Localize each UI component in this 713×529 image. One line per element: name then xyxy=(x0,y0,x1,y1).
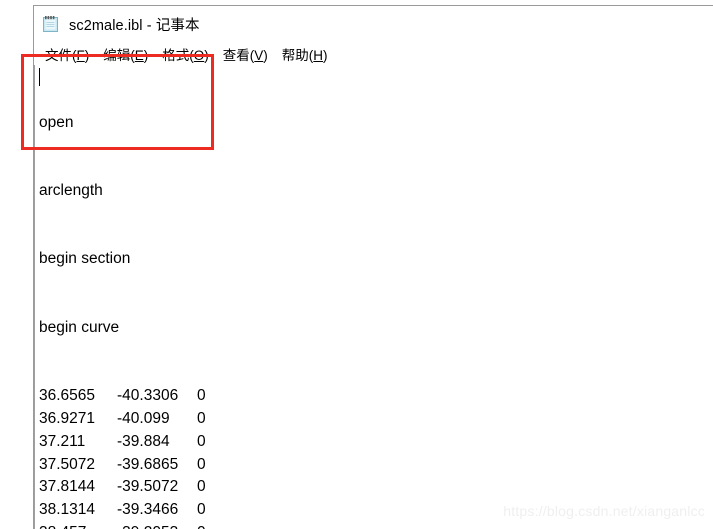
menu-item-file-label: 文件 xyxy=(45,47,72,63)
notepad-window: sc2male.ibl - 记事本 文件(F) 编辑(E) 格式(O) 查看(V… xyxy=(33,5,713,529)
menu-item-view[interactable]: 查看(V) xyxy=(216,43,275,65)
data-row: 36.9271 -40.099 0 xyxy=(39,408,713,431)
data-cell-z: 0 xyxy=(197,522,206,529)
text-line-open: open xyxy=(39,113,74,131)
data-cell-y: -39.5072 xyxy=(117,478,179,496)
text-line-begin-section: begin section xyxy=(39,250,131,268)
data-row: 37.5072 -39.6865 0 xyxy=(39,454,713,477)
watermark-text: https://blog.csdn.net/xianganlcc xyxy=(503,503,705,519)
menu-item-edit-mnemonic: E xyxy=(134,47,144,63)
data-cell-z: 0 xyxy=(197,432,206,450)
menu-item-format[interactable]: 格式(O) xyxy=(155,43,216,65)
menu-item-format-mnemonic: O xyxy=(193,47,205,63)
data-cell-y: -40.099 xyxy=(117,409,170,427)
notepad-icon xyxy=(41,14,61,34)
menu-item-file[interactable]: 文件(F) xyxy=(38,43,96,65)
menu-item-edit-label: 编辑 xyxy=(103,47,131,63)
text-content: open arclength begin section begin curve… xyxy=(39,66,713,529)
text-line-begin-curve: begin curve xyxy=(39,318,120,336)
menu-item-file-mnemonic: F xyxy=(76,47,85,63)
text-editor-area[interactable]: open arclength begin section begin curve… xyxy=(34,65,713,529)
data-cell-z: 0 xyxy=(197,455,206,473)
data-cell-y: -39.2053 xyxy=(117,522,197,529)
data-row: 38.457-39.20530 xyxy=(39,522,713,529)
data-cell-x: 37.5072 xyxy=(39,455,96,473)
data-cell-x: 38.1314 xyxy=(39,501,96,519)
window-title-text: sc2male.ibl - 记事本 xyxy=(69,17,200,34)
data-cell-y: -39.6865 xyxy=(117,455,179,473)
data-cell-x: 38.457 xyxy=(39,522,117,529)
menu-item-view-label: 查看 xyxy=(222,47,250,63)
menu-item-help[interactable]: 帮助(H) xyxy=(275,43,335,65)
window-title-bar[interactable]: sc2male.ibl - 记事本 xyxy=(34,6,713,42)
data-cell-x: 36.9271 xyxy=(39,409,96,427)
data-cell-x: 36.6565 xyxy=(39,387,96,405)
text-line-arclength: arclength xyxy=(39,181,103,199)
menu-item-help-mnemonic: H xyxy=(313,47,324,63)
menu-item-format-label: 格式 xyxy=(162,47,190,63)
data-cell-z: 0 xyxy=(197,409,206,427)
data-cell-z: 0 xyxy=(197,501,206,519)
menu-item-help-label: 帮助 xyxy=(281,47,309,63)
data-row: 37.8144 -39.5072 0 xyxy=(39,476,713,499)
menu-bar: 文件(F) 编辑(E) 格式(O) 查看(V) 帮助(H) xyxy=(34,42,713,65)
menu-item-edit[interactable]: 编辑(E) xyxy=(96,43,155,65)
data-cell-y: -39.3466 xyxy=(117,501,179,519)
data-cell-x: 37.211 xyxy=(39,432,86,450)
data-cell-y: -39.884 xyxy=(117,432,170,450)
data-row: 36.6565 -40.3306 0 xyxy=(39,385,713,408)
data-cell-y: -40.3306 xyxy=(117,387,179,405)
menu-item-view-mnemonic: V xyxy=(254,47,264,63)
data-cell-z: 0 xyxy=(197,478,206,496)
data-row: 37.211 -39.884 0 xyxy=(39,431,713,454)
data-cell-z: 0 xyxy=(197,387,206,405)
data-cell-x: 37.8144 xyxy=(39,478,96,496)
